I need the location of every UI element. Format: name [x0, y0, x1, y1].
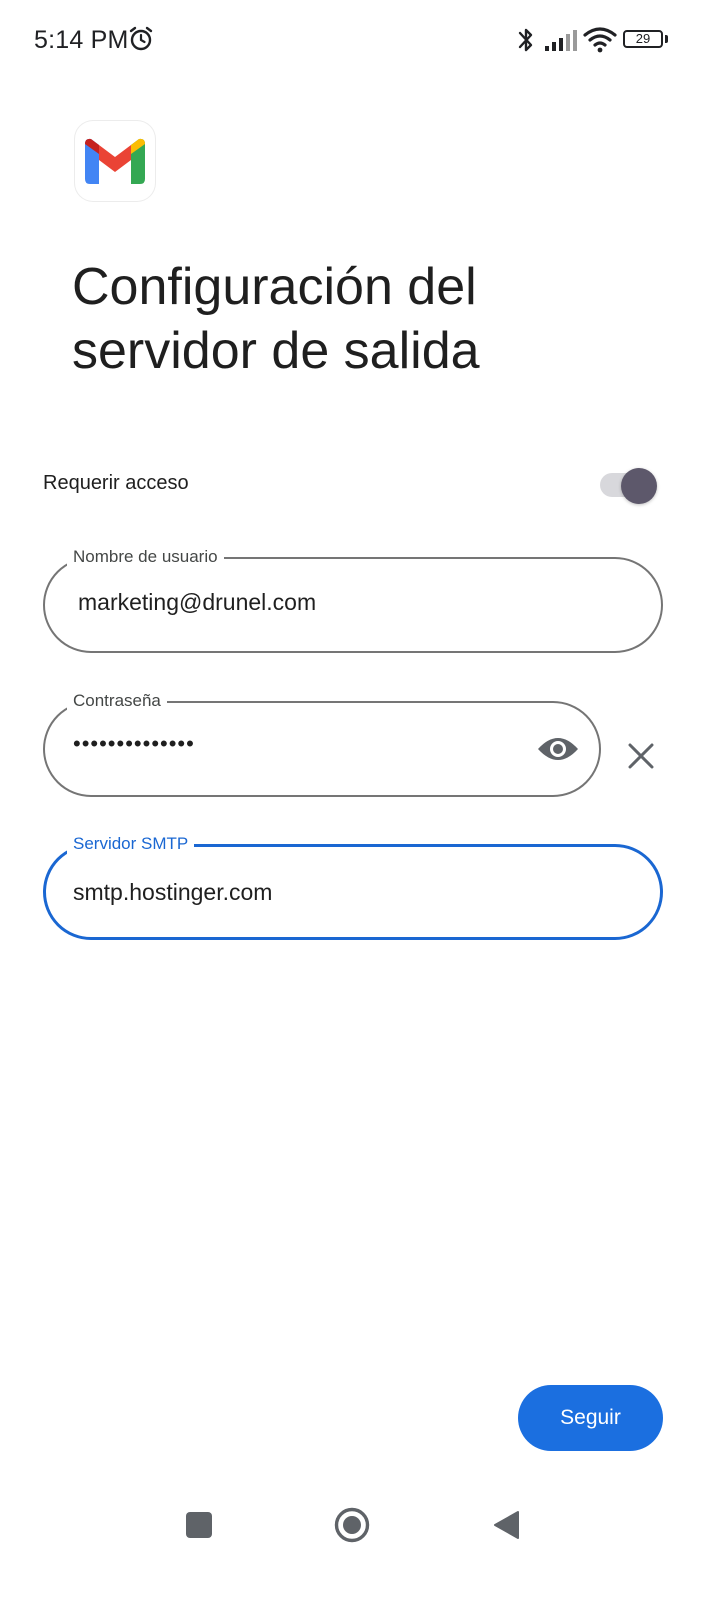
- gmail-logo-icon: [85, 138, 145, 184]
- alarm-icon: [129, 26, 153, 51]
- smtp-server-label: Servidor SMTP: [67, 834, 195, 854]
- battery-level: 29: [635, 31, 651, 46]
- next-button[interactable]: Seguir: [518, 1385, 663, 1451]
- page-title: Configuración del servidor de salida: [72, 258, 480, 380]
- smtp-server-field[interactable]: Servidor SMTP smtp.hostinger.com: [43, 834, 663, 940]
- home-icon[interactable]: [334, 1507, 370, 1543]
- gmail-logo: [75, 121, 155, 201]
- close-icon[interactable]: [622, 737, 660, 775]
- password-label: Contraseña: [67, 691, 167, 711]
- username-label: Nombre de usuario: [67, 547, 224, 567]
- status-time: 5:14 PM: [34, 26, 129, 54]
- password-field[interactable]: Contraseña ••••••••••••••: [43, 691, 601, 797]
- bluetooth-icon: [518, 28, 533, 52]
- battery-tip: [665, 35, 668, 43]
- signal-icon: [545, 30, 577, 51]
- require-login-label: Requerir acceso: [43, 472, 189, 494]
- status-bar: 5:14 PM 29: [0, 0, 720, 80]
- username-value[interactable]: marketing@drunel.com: [78, 589, 316, 616]
- eye-icon[interactable]: [536, 731, 580, 767]
- smtp-server-value[interactable]: smtp.hostinger.com: [73, 879, 272, 906]
- battery-icon: 29: [623, 30, 663, 48]
- recents-icon[interactable]: [186, 1512, 212, 1538]
- password-value[interactable]: ••••••••••••••: [73, 731, 195, 757]
- require-login-toggle-thumb[interactable]: [621, 468, 657, 504]
- username-field[interactable]: Nombre de usuario marketing@drunel.com: [43, 547, 663, 653]
- back-icon[interactable]: [493, 1510, 519, 1540]
- wifi-icon: [583, 27, 617, 53]
